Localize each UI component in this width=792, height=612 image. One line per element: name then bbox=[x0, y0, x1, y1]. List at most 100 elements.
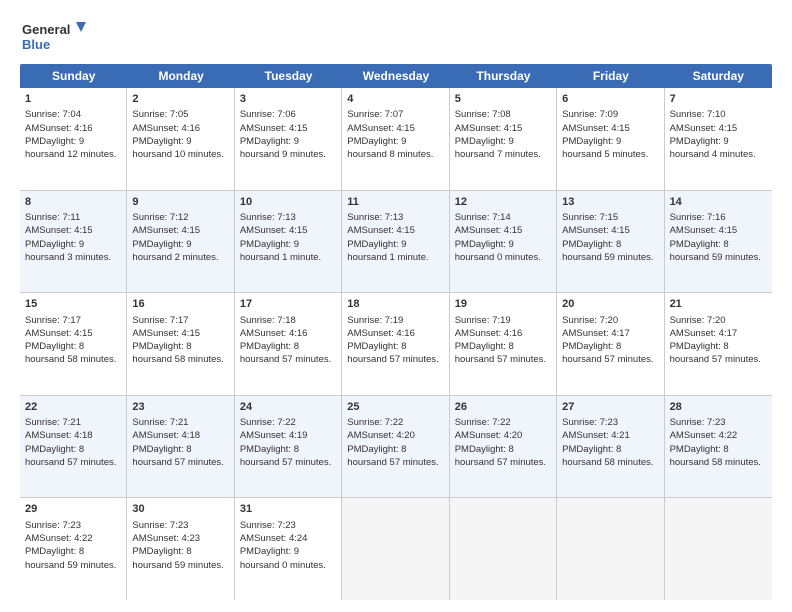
day-info-line: and 57 minutes. bbox=[478, 457, 546, 468]
day-info-line: and 59 minutes. bbox=[586, 252, 654, 263]
day-cell-11: 11Sunrise: 7:13 AMSunset: 4:15 PMDayligh… bbox=[342, 191, 449, 293]
day-info-line: and 58 minutes. bbox=[156, 354, 224, 365]
day-cell-16: 16Sunrise: 7:17 AMSunset: 4:15 PMDayligh… bbox=[127, 293, 234, 395]
day-info-line: and 0 minutes. bbox=[478, 252, 540, 263]
day-number: 20 bbox=[562, 297, 658, 312]
day-cell-13: 13Sunrise: 7:15 AMSunset: 4:15 PMDayligh… bbox=[557, 191, 664, 293]
header-day-sunday: Sunday bbox=[20, 64, 127, 88]
day-info-line: and 2 minutes. bbox=[156, 252, 218, 263]
day-info-line: and 59 minutes. bbox=[693, 252, 761, 263]
day-number: 5 bbox=[455, 92, 551, 107]
day-number: 28 bbox=[670, 400, 767, 415]
day-cell-21: 21Sunrise: 7:20 AMSunset: 4:17 PMDayligh… bbox=[665, 293, 772, 395]
calendar-body: 1Sunrise: 7:04 AMSunset: 4:16 PMDaylight… bbox=[20, 88, 772, 600]
day-number: 11 bbox=[347, 195, 443, 210]
day-info-line: and 57 minutes. bbox=[478, 354, 546, 365]
day-info-line: and 3 minutes. bbox=[49, 252, 111, 263]
day-number: 8 bbox=[25, 195, 121, 210]
header-day-tuesday: Tuesday bbox=[235, 64, 342, 88]
day-cell-15: 15Sunrise: 7:17 AMSunset: 4:15 PMDayligh… bbox=[20, 293, 127, 395]
day-cell-17: 17Sunrise: 7:18 AMSunset: 4:16 PMDayligh… bbox=[235, 293, 342, 395]
day-number: 15 bbox=[25, 297, 121, 312]
day-cell-18: 18Sunrise: 7:19 AMSunset: 4:16 PMDayligh… bbox=[342, 293, 449, 395]
day-info-line: and 57 minutes. bbox=[49, 457, 117, 468]
calendar-header: SundayMondayTuesdayWednesdayThursdayFrid… bbox=[20, 64, 772, 88]
logo: GeneralBlue bbox=[20, 18, 90, 54]
header-day-monday: Monday bbox=[127, 64, 234, 88]
day-cell-29: 29Sunrise: 7:23 AMSunset: 4:22 PMDayligh… bbox=[20, 498, 127, 600]
day-info-line: and 58 minutes. bbox=[693, 457, 761, 468]
day-info-line: and 0 minutes. bbox=[264, 560, 326, 571]
week-row-5: 29Sunrise: 7:23 AMSunset: 4:22 PMDayligh… bbox=[20, 498, 772, 600]
day-cell-5: 5Sunrise: 7:08 AMSunset: 4:15 PMDaylight… bbox=[450, 88, 557, 190]
empty-cell bbox=[450, 498, 557, 600]
day-info-line: and 59 minutes. bbox=[156, 560, 224, 571]
day-number: 31 bbox=[240, 502, 336, 517]
day-info-line: and 57 minutes. bbox=[264, 354, 332, 365]
day-number: 2 bbox=[132, 92, 228, 107]
day-cell-27: 27Sunrise: 7:23 AMSunset: 4:21 PMDayligh… bbox=[557, 396, 664, 498]
logo-icon: GeneralBlue bbox=[20, 18, 90, 54]
day-cell-10: 10Sunrise: 7:13 AMSunset: 4:15 PMDayligh… bbox=[235, 191, 342, 293]
day-number: 10 bbox=[240, 195, 336, 210]
day-cell-2: 2Sunrise: 7:05 AMSunset: 4:16 PMDaylight… bbox=[127, 88, 234, 190]
week-row-2: 8Sunrise: 7:11 AMSunset: 4:15 PMDaylight… bbox=[20, 191, 772, 294]
day-number: 27 bbox=[562, 400, 658, 415]
day-number: 24 bbox=[240, 400, 336, 415]
day-number: 26 bbox=[455, 400, 551, 415]
week-row-1: 1Sunrise: 7:04 AMSunset: 4:16 PMDaylight… bbox=[20, 88, 772, 191]
day-number: 29 bbox=[25, 502, 121, 517]
day-number: 12 bbox=[455, 195, 551, 210]
day-number: 3 bbox=[240, 92, 336, 107]
day-cell-4: 4Sunrise: 7:07 AMSunset: 4:15 PMDaylight… bbox=[342, 88, 449, 190]
day-number: 17 bbox=[240, 297, 336, 312]
day-info-line: and 7 minutes. bbox=[478, 149, 540, 160]
empty-cell bbox=[665, 498, 772, 600]
day-info-line: and 4 minutes. bbox=[693, 149, 755, 160]
svg-text:Blue: Blue bbox=[22, 37, 50, 52]
day-number: 23 bbox=[132, 400, 228, 415]
day-number: 9 bbox=[132, 195, 228, 210]
day-info-line: and 58 minutes. bbox=[49, 354, 117, 365]
svg-text:General: General bbox=[22, 22, 70, 37]
day-number: 19 bbox=[455, 297, 551, 312]
day-cell-14: 14Sunrise: 7:16 AMSunset: 4:15 PMDayligh… bbox=[665, 191, 772, 293]
header: GeneralBlue bbox=[20, 18, 772, 54]
calendar: SundayMondayTuesdayWednesdayThursdayFrid… bbox=[20, 64, 772, 600]
day-cell-22: 22Sunrise: 7:21 AMSunset: 4:18 PMDayligh… bbox=[20, 396, 127, 498]
day-cell-23: 23Sunrise: 7:21 AMSunset: 4:18 PMDayligh… bbox=[127, 396, 234, 498]
day-cell-25: 25Sunrise: 7:22 AMSunset: 4:20 PMDayligh… bbox=[342, 396, 449, 498]
day-info-line: and 57 minutes. bbox=[156, 457, 224, 468]
day-number: 21 bbox=[670, 297, 767, 312]
day-cell-7: 7Sunrise: 7:10 AMSunset: 4:15 PMDaylight… bbox=[665, 88, 772, 190]
header-day-wednesday: Wednesday bbox=[342, 64, 449, 88]
day-cell-12: 12Sunrise: 7:14 AMSunset: 4:15 PMDayligh… bbox=[450, 191, 557, 293]
day-info-line: and 9 minutes. bbox=[264, 149, 326, 160]
day-number: 30 bbox=[132, 502, 228, 517]
header-day-thursday: Thursday bbox=[450, 64, 557, 88]
header-day-friday: Friday bbox=[557, 64, 664, 88]
page: GeneralBlue SundayMondayTuesdayWednesday… bbox=[0, 0, 792, 612]
day-number: 4 bbox=[347, 92, 443, 107]
day-cell-6: 6Sunrise: 7:09 AMSunset: 4:15 PMDaylight… bbox=[557, 88, 664, 190]
day-info-line: and 57 minutes. bbox=[264, 457, 332, 468]
day-info-line: and 5 minutes. bbox=[586, 149, 648, 160]
day-number: 1 bbox=[25, 92, 121, 107]
day-number: 13 bbox=[562, 195, 658, 210]
day-cell-8: 8Sunrise: 7:11 AMSunset: 4:15 PMDaylight… bbox=[20, 191, 127, 293]
day-cell-30: 30Sunrise: 7:23 AMSunset: 4:23 PMDayligh… bbox=[127, 498, 234, 600]
day-info-line: and 59 minutes. bbox=[49, 560, 117, 571]
day-info-line: and 58 minutes. bbox=[586, 457, 654, 468]
day-cell-3: 3Sunrise: 7:06 AMSunset: 4:15 PMDaylight… bbox=[235, 88, 342, 190]
day-number: 6 bbox=[562, 92, 658, 107]
day-number: 25 bbox=[347, 400, 443, 415]
day-cell-31: 31Sunrise: 7:23 AMSunset: 4:24 PMDayligh… bbox=[235, 498, 342, 600]
day-number: 7 bbox=[670, 92, 767, 107]
day-info-line: and 57 minutes. bbox=[586, 354, 654, 365]
week-row-4: 22Sunrise: 7:21 AMSunset: 4:18 PMDayligh… bbox=[20, 396, 772, 499]
day-cell-24: 24Sunrise: 7:22 AMSunset: 4:19 PMDayligh… bbox=[235, 396, 342, 498]
day-cell-20: 20Sunrise: 7:20 AMSunset: 4:17 PMDayligh… bbox=[557, 293, 664, 395]
header-day-saturday: Saturday bbox=[665, 64, 772, 88]
day-number: 22 bbox=[25, 400, 121, 415]
day-info-line: and 10 minutes. bbox=[156, 149, 224, 160]
